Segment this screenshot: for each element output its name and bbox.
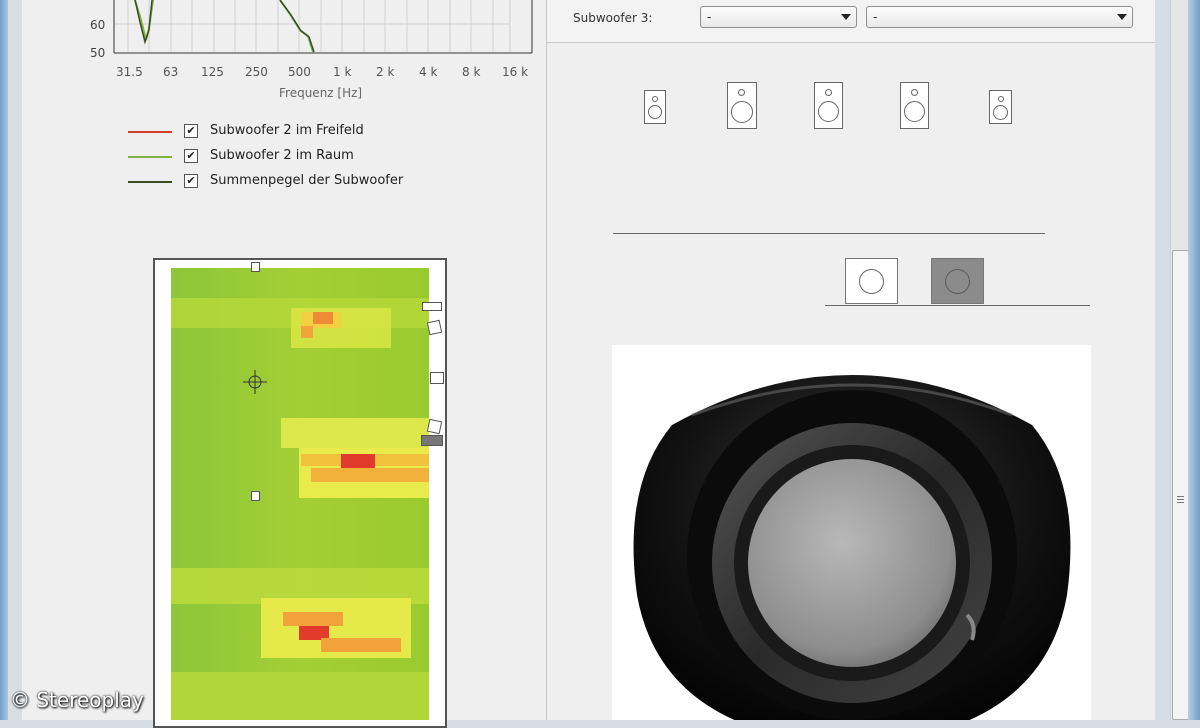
x-tick: 500: [288, 65, 311, 79]
room-handle-left[interactable]: [251, 491, 260, 501]
legend-label: Subwoofer 2 im Freifeld: [210, 123, 364, 138]
x-tick: 8 k: [462, 65, 480, 79]
speaker-large-icon[interactable]: [900, 82, 929, 129]
checkbox-freifeld[interactable]: ✔: [184, 124, 198, 138]
checkbox-summe[interactable]: ✔: [184, 174, 198, 188]
x-tick: 250: [245, 65, 268, 79]
window-border: [8, 0, 22, 720]
legend-line-red: [128, 131, 172, 133]
x-tick: 1 k: [333, 65, 351, 79]
chevron-down-icon: [1117, 14, 1127, 20]
speaker-marker[interactable]: [422, 302, 442, 311]
combo-value: -: [873, 10, 878, 24]
x-tick: 4 k: [419, 65, 437, 79]
subwoofer-marker[interactable]: [421, 435, 443, 446]
vertical-scrollbar[interactable]: [1170, 0, 1189, 720]
x-tick: 31.5: [116, 65, 143, 79]
speaker-small-icon[interactable]: [644, 90, 666, 124]
speaker-large-icon[interactable]: [727, 82, 757, 129]
front-wall-line: [613, 233, 1045, 234]
subwoofer-button-1[interactable]: [845, 258, 898, 304]
y-tick-60: 60: [90, 18, 105, 32]
combo-value: -: [707, 10, 712, 24]
subwoofer3-model-select[interactable]: -: [700, 6, 857, 28]
checkbox-raum[interactable]: ✔: [184, 149, 198, 163]
legend-label: Subwoofer 2 im Raum: [210, 148, 354, 163]
subwoofer3-label: Subwoofer 3:: [573, 11, 653, 25]
speaker-marker[interactable]: [426, 418, 443, 435]
room-heatmap[interactable]: [171, 268, 429, 720]
legend-label: Summenpegel der Subwoofer: [210, 173, 404, 188]
subwoofer3-position-select[interactable]: -: [866, 6, 1133, 28]
subwoofer-baseline: [825, 305, 1090, 306]
legend-line-dark: [128, 181, 172, 183]
room-handle-top[interactable]: [251, 262, 260, 272]
x-axis-label: Frequenz [Hz]: [279, 86, 362, 100]
x-tick: 2 k: [376, 65, 394, 79]
speaker-small-icon[interactable]: [989, 90, 1012, 124]
scrollbar-thumb[interactable]: [1172, 250, 1189, 720]
window-frame-left: [0, 0, 8, 720]
chevron-down-icon: [841, 14, 851, 20]
x-tick: 63: [163, 65, 178, 79]
x-tick: 125: [201, 65, 224, 79]
subwoofer-icon: [945, 269, 970, 294]
speaker-marker[interactable]: [430, 372, 444, 384]
speaker-marker[interactable]: [426, 319, 443, 336]
legend-line-green: [128, 156, 172, 158]
subwoofer-button-2[interactable]: [931, 258, 984, 304]
y-tick-50: 50: [90, 46, 105, 60]
window-frame-right: [1188, 0, 1200, 720]
subwoofer-photo: [612, 345, 1091, 720]
watermark: © Stereoplay: [10, 688, 144, 712]
x-tick: 16 k: [502, 65, 528, 79]
curve-summe-hi: [279, 0, 315, 53]
speaker-large-icon[interactable]: [814, 82, 843, 129]
frequency-response-graph: 60 50 31.5 63 125 250 500 1 k 2 k 4 k 8 …: [90, 0, 533, 100]
subwoofer-icon: [859, 269, 884, 294]
